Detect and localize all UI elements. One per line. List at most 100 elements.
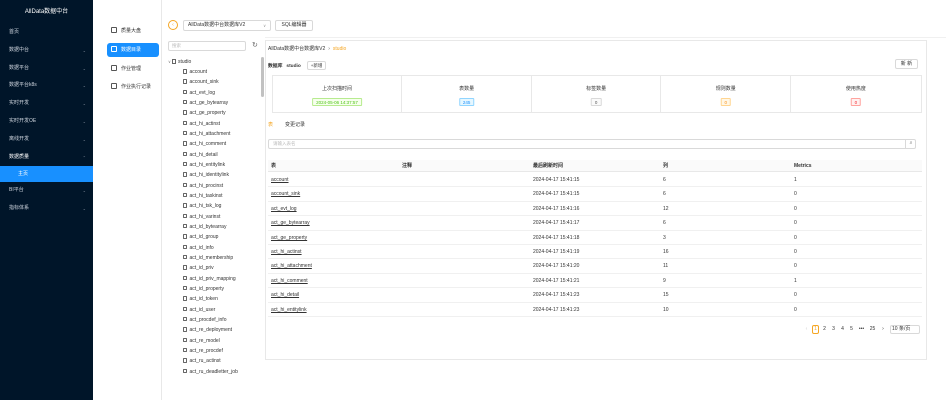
table-name-link[interactable]: account_sink (271, 187, 300, 201)
table-file-icon (183, 203, 187, 208)
table-row[interactable]: act_ge_property 2024-04-17 15:41:18 3 0 (268, 231, 922, 245)
menu-job-records[interactable]: 作业执行记录 (107, 80, 159, 94)
menu-data-catalog[interactable]: 数据目录 (107, 43, 159, 57)
sql-editor-button[interactable]: SQL编辑器 (275, 20, 313, 31)
table-row[interactable]: act_hi_attachment 2024-04-17 15:41:20 11… (268, 259, 922, 274)
table-row[interactable]: account 2024-04-17 15:41:15 6 1 (268, 173, 922, 188)
tree-node[interactable]: act_re_model (183, 336, 220, 346)
tree-node[interactable]: act_id_property (183, 284, 224, 294)
tree-node[interactable]: act_hi_comment (183, 139, 226, 149)
tree-node[interactable]: act_hi_taskinst (183, 191, 223, 201)
nav-item[interactable]: 实时开发OE ⌄ (0, 113, 93, 131)
tree-node[interactable]: act_id_membership (183, 253, 233, 263)
page-size-select[interactable]: 10 条/页 (890, 325, 920, 334)
database-select[interactable]: AllData数据中台数据库V2 ∨ (183, 20, 271, 31)
tree-node[interactable]: act_hi_entitylink (183, 160, 225, 170)
tree-node[interactable]: act_re_procdef (183, 346, 223, 356)
tree-root-studio[interactable]: ∨ studio (168, 57, 191, 66)
nav-sub-home[interactable]: 主页 (0, 166, 93, 183)
table-search-input[interactable]: 请输入表名 (268, 139, 916, 149)
table-name-link[interactable]: act_hi_entitylink (271, 303, 307, 317)
page-last[interactable]: 25 (868, 325, 877, 334)
table-metrics: 0 (794, 234, 797, 241)
tree-node[interactable]: act_hi_varinst (183, 212, 220, 222)
tree-node[interactable]: act_hi_actinst (183, 119, 220, 129)
table-name-link[interactable]: act_hi_detail (271, 288, 299, 302)
search-icon[interactable]: ⌕ (905, 139, 916, 149)
page-number[interactable]: 4 (839, 325, 846, 334)
table-name-link[interactable]: account (271, 173, 289, 187)
tree-scrollbar[interactable] (261, 57, 264, 97)
table-row[interactable]: act_hi_comment 2024-04-17 15:41:21 9 1 (268, 274, 922, 289)
tree-search-input[interactable]: 搜索 (168, 41, 246, 51)
tree-node[interactable]: act_hi_tsk_log (183, 201, 221, 211)
prev-page-icon[interactable]: ‹ (804, 325, 809, 334)
tree-node[interactable]: act_hi_procinst (183, 181, 223, 191)
tree-node[interactable]: act_id_user (183, 305, 215, 315)
table-file-icon (183, 347, 187, 353)
table-name-link[interactable]: act_ge_property (271, 231, 307, 245)
tab-tables[interactable]: 表 (268, 122, 273, 128)
col-refresh-time: 最后刷新时间 (533, 163, 564, 169)
tree-node[interactable]: act_id_token (183, 294, 218, 304)
tree-node[interactable]: act_evt_log (183, 88, 215, 98)
add-button[interactable]: +新增 (306, 61, 327, 70)
stat-value-badge: 245 (458, 98, 475, 106)
tree-node[interactable]: account_sink (183, 77, 219, 87)
tree-node[interactable]: act_ru_actinst (183, 356, 221, 366)
next-page-icon[interactable]: › (880, 325, 886, 334)
table-name-link[interactable]: act_evt_log (271, 202, 297, 216)
tree-node[interactable]: account (183, 67, 207, 77)
page-number[interactable]: 3 (830, 325, 837, 334)
tree-node[interactable]: act_id_info (183, 243, 214, 253)
back-button[interactable]: ‹ (168, 20, 178, 30)
tree-node[interactable]: act_id_priv_mapping (183, 274, 236, 284)
chevron-right-icon: › (328, 46, 330, 52)
table-row[interactable]: act_hi_detail 2024-04-17 15:41:23 15 0 (268, 288, 922, 303)
table-name-link[interactable]: act_hi_attachment (271, 259, 312, 273)
tree-node[interactable]: act_id_group (183, 232, 218, 242)
nav-item[interactable]: 指标体系 ⌄ (0, 200, 93, 218)
tree-node[interactable]: act_id_priv (183, 263, 214, 273)
refresh-icon[interactable]: ↻ (252, 41, 258, 49)
page-current[interactable]: 1 (812, 325, 819, 334)
tree-node[interactable]: act_ge_bytearray (183, 98, 228, 108)
tree-node[interactable]: act_procdef_info (183, 315, 226, 325)
nav-item[interactable]: BI平台 ⌄ (0, 182, 93, 200)
page-ellipsis[interactable]: ••• (857, 325, 866, 334)
page-number[interactable]: 2 (821, 325, 828, 334)
table-file-icon (183, 213, 187, 219)
table-name-link[interactable]: act_hi_comment (271, 274, 308, 288)
tree-node[interactable]: act_id_bytearray (183, 222, 226, 232)
nav-item[interactable]: 离线开发 ⌄ (0, 131, 93, 149)
table-row[interactable]: act_ge_bytearray 2024-04-17 15:41:17 6 0 (268, 216, 922, 231)
table-column-count: 12 (663, 205, 669, 212)
nav-item[interactable]: 首页 (0, 24, 93, 42)
nav-item[interactable]: 数据质量 ⌃ (0, 149, 93, 167)
page-number[interactable]: 5 (848, 325, 855, 334)
menu-quality-dashboard[interactable]: 质量大盘 (107, 24, 159, 38)
chevron-icon: ⌄ (82, 136, 86, 142)
table-name-link[interactable]: act_ge_bytearray (271, 216, 310, 230)
nav-item[interactable]: 数据平台 ⌄ (0, 60, 93, 78)
table-row[interactable]: act_hi_actinst 2024-04-17 15:41:19 16 0 (268, 245, 922, 260)
table-row[interactable]: act_hi_entitylink 2024-04-17 15:41:23 10… (268, 303, 922, 317)
table-row[interactable]: account_sink 2024-04-17 15:41:15 6 0 (268, 187, 922, 202)
breadcrumb-db[interactable]: AllData数据中台数据库V2 (268, 46, 325, 52)
tree-node[interactable]: act_hi_identitylink (183, 170, 229, 180)
table-row[interactable]: act_evt_log 2024-04-17 15:41:16 12 0 (268, 202, 922, 217)
nav-item[interactable]: 实时开发 ⌄ (0, 95, 93, 113)
tree-node[interactable]: act_ge_property (183, 108, 226, 118)
table-column-count: 16 (663, 249, 669, 255)
table-name-link[interactable]: act_hi_actinst (271, 245, 302, 259)
tab-change-log[interactable]: 变更记录 (285, 122, 305, 128)
nav-item[interactable]: 数据平台k8s ⌄ (0, 77, 93, 95)
tree-node[interactable]: act_hi_attachment (183, 129, 230, 139)
tree-node[interactable]: act_hi_detail (183, 150, 218, 160)
new-button[interactable]: 新 新 (895, 59, 918, 69)
col-table: 表 (271, 163, 277, 169)
tree-node[interactable]: act_ru_deadletter_job (183, 367, 238, 377)
nav-item[interactable]: 数据中台 ⌄ (0, 42, 93, 60)
menu-job-management[interactable]: 作业管理 (107, 62, 159, 76)
table-file-icon (183, 285, 187, 291)
